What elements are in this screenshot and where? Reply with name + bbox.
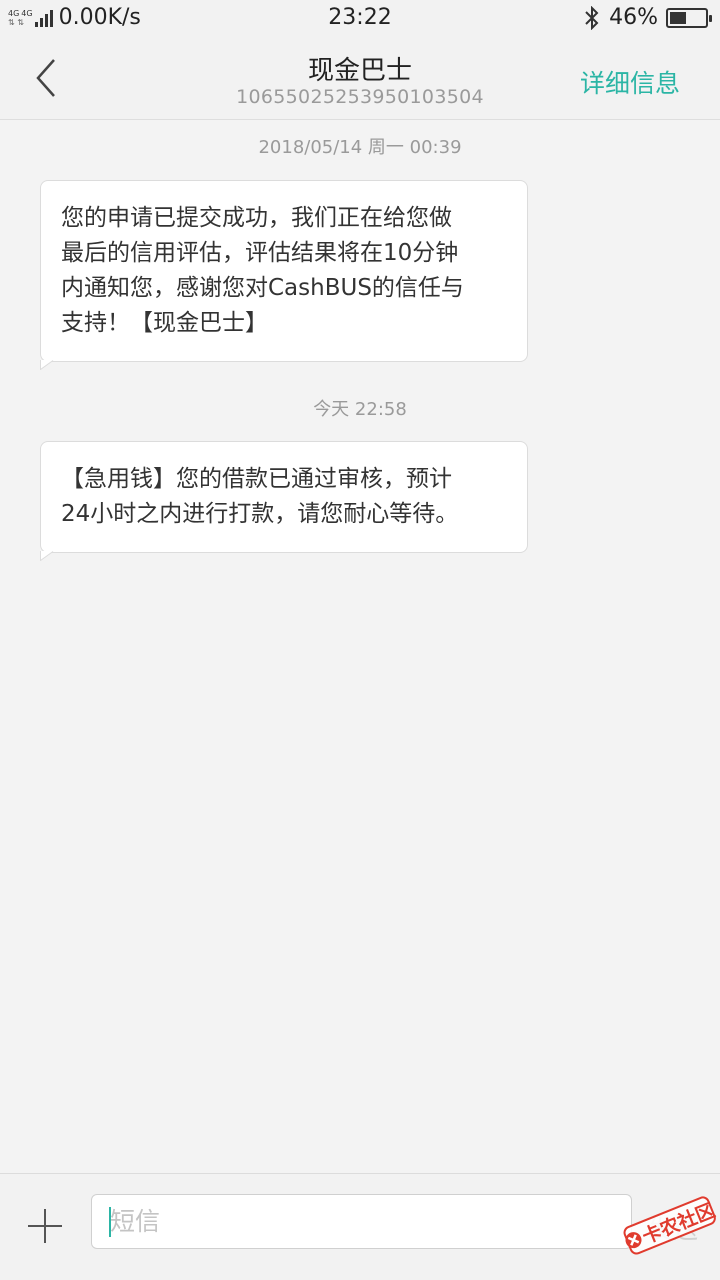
add-attachment-icon[interactable] xyxy=(26,1207,64,1245)
details-button[interactable]: 详细信息 xyxy=(580,64,680,100)
message-line: 支持！【现金巴士】 xyxy=(61,310,268,336)
compose-bar: 发送 xyxy=(0,1173,720,1280)
message-line: 您的申请已提交成功，我们正在给您做 xyxy=(61,205,452,231)
message-list[interactable]: 2018/05/14 周一 00:39 您的申请已提交成功，我们正在给您做 最后… xyxy=(0,121,720,1173)
battery-fill xyxy=(670,11,686,24)
message-bubble[interactable]: 您的申请已提交成功，我们正在给您做 最后的信用评估，评估结果将在10分钟 内通知… xyxy=(40,180,528,370)
sms-input[interactable] xyxy=(91,1194,632,1249)
status-right: 46% xyxy=(583,5,712,30)
text-caret xyxy=(109,1207,111,1237)
message-line: 24小时之内进行打款，请您耐心等待。 xyxy=(61,501,459,527)
message-line: 最后的信用评估，评估结果将在10分钟 xyxy=(61,240,459,266)
battery-percent: 46% xyxy=(609,5,658,30)
conversation-header: 现金巴士 10655025253950103504 详细信息 xyxy=(0,38,720,120)
message-line: 【急用钱】您的借款已通过审核，预计 xyxy=(61,466,452,492)
battery-icon xyxy=(666,7,712,28)
bubble-tail xyxy=(40,360,54,370)
bubble-tail xyxy=(40,551,54,561)
message-timestamp: 2018/05/14 周一 00:39 xyxy=(258,137,462,158)
message-timestamp: 今天 22:58 xyxy=(313,399,407,420)
message-line: 内通知您，感谢您对CashBUS的信任与 xyxy=(61,275,464,301)
bluetooth-icon xyxy=(585,5,599,30)
status-bar: 4G 4G ⇅ ⇅ 0.00K/s 23:22 46% xyxy=(0,0,720,38)
message-bubble[interactable]: 【急用钱】您的借款已通过审核，预计 24小时之内进行打款，请您耐心等待。 xyxy=(40,441,528,561)
watermark-logo: 卡农社区 xyxy=(623,1196,718,1255)
